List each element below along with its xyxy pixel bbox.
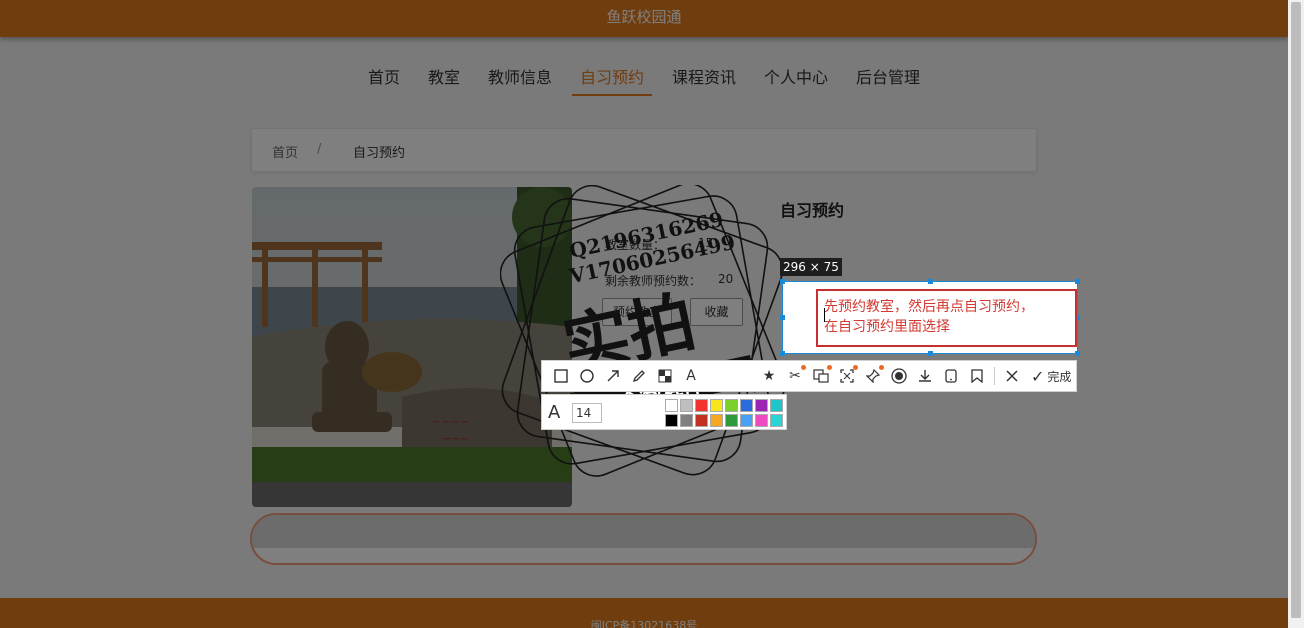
resize-handle-se[interactable] [1075,351,1080,356]
record-icon[interactable] [886,363,912,389]
ocr-icon[interactable] [834,363,860,389]
webpage: 鱼跃校园通 首页 教室 教师信息 自习预约 课程资讯 个人中心 后台管理 首页 … [0,0,1288,628]
text-style-bar: A 14 [541,394,787,430]
done-label: 完成 [1047,369,1072,384]
resize-handle-ne[interactable] [1075,279,1080,284]
scrollbar-thumb[interactable] [1291,2,1301,618]
selection-size-label: 296 × 75 [780,258,842,276]
vertical-scrollbar[interactable] [1288,0,1304,628]
resize-handle-sw[interactable] [780,351,785,356]
check-icon: ✓ [1031,366,1045,386]
color-swatch[interactable] [725,414,738,427]
arrow-tool-icon[interactable] [600,363,626,389]
color-swatch[interactable] [755,414,768,427]
sticker-tool-icon[interactable]: ★ [756,363,782,389]
done-button[interactable]: ✓ 完成 [1031,367,1071,386]
scissors-icon[interactable]: ✂ [782,363,808,389]
close-icon[interactable] [999,363,1025,389]
phone-icon[interactable] [938,363,964,389]
font-icon: A [548,402,561,423]
resize-handle-s[interactable] [928,351,933,356]
color-swatch[interactable] [665,414,678,427]
color-swatch[interactable] [695,399,708,412]
text-cursor-icon [824,308,828,322]
resize-handle-n[interactable] [928,279,933,284]
color-swatch[interactable] [770,414,783,427]
watermark: Q2196316269 V17060256499 实拍 全微程序 [499,182,790,480]
ellipse-tool-icon[interactable] [574,363,600,389]
color-swatch[interactable] [740,414,753,427]
color-swatch[interactable] [695,414,708,427]
annotation-line-2: 在自习预约里面选择 [824,319,950,335]
capture-toolbar: A ★ ✂ ✓ 完成 [541,360,1077,392]
resize-handle-w[interactable] [780,315,785,320]
color-swatch[interactable] [770,399,783,412]
resize-handle-nw[interactable] [780,279,785,284]
download-icon[interactable] [912,363,938,389]
annotation-textbox[interactable]: 先预约教室，然后再点自习预约， 在自习预约里面选择 [816,289,1077,347]
color-swatch[interactable] [710,399,723,412]
color-swatch[interactable] [680,399,693,412]
mosaic-tool-icon[interactable] [652,363,678,389]
text-tool-icon[interactable]: A [678,363,704,389]
translate-icon[interactable] [808,363,834,389]
pen-tool-icon[interactable] [626,363,652,389]
color-swatch[interactable] [725,399,738,412]
rectangle-tool-icon[interactable] [548,363,574,389]
color-swatch[interactable] [710,414,723,427]
pin-icon[interactable] [860,363,886,389]
color-swatch[interactable] [665,399,678,412]
annotation-line-1: 先预约教室，然后再点自习预约， [824,299,1034,315]
font-size-select[interactable]: 14 [572,403,602,423]
color-swatch[interactable] [755,399,768,412]
color-swatch[interactable] [740,399,753,412]
color-swatch[interactable] [680,414,693,427]
bookmark-icon[interactable] [964,363,990,389]
